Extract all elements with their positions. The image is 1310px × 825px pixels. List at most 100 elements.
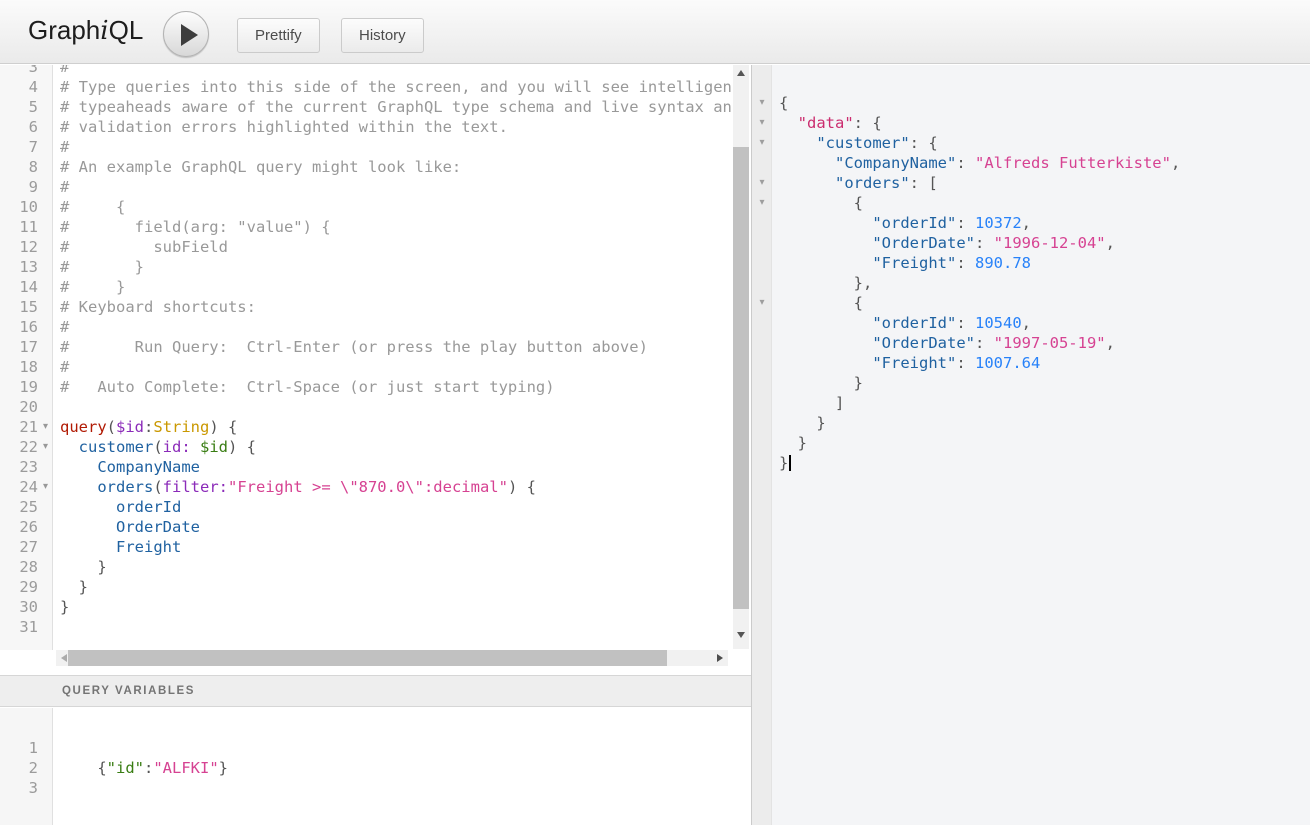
- line-number: 3: [28, 779, 38, 797]
- code-text: "orders": [: [835, 174, 938, 192]
- code-text: # Auto Complete: Ctrl-Space (or just sta…: [60, 378, 555, 396]
- line-number: 20: [19, 398, 38, 416]
- code-line[interactable]: 4 # Type queries into this side of the sc…: [0, 77, 732, 97]
- fold-gutter-spacer: [38, 97, 53, 117]
- code-line[interactable]: 8 # An example GraphQL query might look l…: [0, 157, 732, 177]
- code-text: # }: [60, 278, 126, 296]
- scroll-up-icon: [737, 70, 745, 76]
- code-text: CompanyName: [97, 458, 200, 476]
- code-line[interactable]: 6 # validation errors highlighted within …: [0, 117, 732, 137]
- vertical-scrollbar-thumb[interactable]: [733, 147, 749, 609]
- code-line[interactable]: 26 OrderDate: [0, 517, 732, 537]
- code-line[interactable]: 10 # {: [0, 197, 732, 217]
- fold-gutter-spacer: [38, 217, 53, 237]
- horizontal-scrollbar-thumb[interactable]: [68, 650, 667, 666]
- fold-gutter-spacer: [38, 557, 53, 577]
- code-line[interactable]: 28 }: [0, 557, 732, 577]
- prettify-button[interactable]: Prettify: [237, 18, 320, 53]
- fold-gutter-spacer: [38, 758, 53, 778]
- code-line[interactable]: 12 # subField: [0, 237, 732, 257]
- code-line[interactable]: 19 # Auto Complete: Ctrl-Space (or just s…: [0, 377, 732, 397]
- query-editor[interactable]: 3 #4 # Type queries into this side of the …: [0, 65, 732, 650]
- fold-gutter-spacer: [38, 137, 53, 157]
- fold-arrow-icon[interactable]: ▾: [752, 93, 772, 113]
- scroll-up-button[interactable]: [733, 65, 749, 81]
- code-line[interactable]: 17 # Run Query: Ctrl-Enter (or press the …: [0, 337, 732, 357]
- fold-arrow-icon[interactable]: ▾: [752, 173, 772, 193]
- result-pane: ▾{▾ "data": {▾ "customer": { "CompanyNam…: [751, 65, 1310, 825]
- fold-gutter-spacer: [38, 197, 53, 217]
- fold-gutter-spacer: [38, 377, 53, 397]
- code-line[interactable]: 20: [0, 397, 732, 417]
- code-line[interactable]: 13 # }: [0, 257, 732, 277]
- fold-gutter-spacer: [38, 778, 53, 798]
- vertical-scrollbar[interactable]: [733, 65, 749, 649]
- fold-arrow-icon[interactable]: ▾: [38, 477, 53, 497]
- code-line[interactable]: 3: [0, 778, 751, 798]
- code-text: # {: [60, 198, 126, 216]
- line-number: 6: [28, 118, 38, 136]
- query-variables-header[interactable]: QUERY VARIABLES: [0, 675, 751, 707]
- code-text: {: [779, 94, 789, 112]
- fold-arrow-icon[interactable]: ▾: [38, 417, 53, 437]
- code-text: # An example GraphQL query might look li…: [60, 158, 462, 176]
- variables-editor[interactable]: 12 {"id":"ALFKI"} 3: [0, 708, 751, 825]
- line-number: 12: [19, 238, 38, 256]
- execute-query-button[interactable]: [163, 11, 209, 57]
- scroll-right-button[interactable]: [712, 650, 728, 666]
- line-number: 17: [19, 338, 38, 356]
- code-line[interactable]: 18 #: [0, 357, 732, 377]
- code-line[interactable]: 22 ▾ customer(id: $id) {: [0, 437, 732, 457]
- code-line[interactable]: 31: [0, 617, 732, 637]
- code-line[interactable]: 23 CompanyName: [0, 457, 732, 477]
- code-line: "Freight": 890.78: [752, 253, 1310, 273]
- line-number: 3: [28, 65, 38, 76]
- fold-arrow-icon[interactable]: ▾: [752, 133, 772, 153]
- history-button[interactable]: History: [341, 18, 424, 53]
- code-line[interactable]: 5 # typeaheads aware of the current Graph…: [0, 97, 732, 117]
- fold-gutter-spacer: [38, 297, 53, 317]
- code-line[interactable]: 30}: [0, 597, 732, 617]
- fold-gutter-spacer: [38, 117, 53, 137]
- code-line[interactable]: 1: [0, 738, 751, 758]
- fold-gutter-spacer: [752, 433, 772, 453]
- horizontal-scrollbar[interactable]: [56, 650, 728, 666]
- fold-arrow-icon[interactable]: ▾: [752, 113, 772, 133]
- line-number: 26: [19, 518, 38, 536]
- code-line[interactable]: 7 #: [0, 137, 732, 157]
- fold-gutter-spacer: [752, 213, 772, 233]
- code-line[interactable]: 24 ▾ orders(filter:"Freight >= \"870.0\":…: [0, 477, 732, 497]
- code-line: "orderId": 10372,: [752, 213, 1310, 233]
- fold-arrow-icon[interactable]: ▾: [752, 293, 772, 313]
- code-line: }: [752, 453, 1310, 473]
- code-line[interactable]: 3 #: [0, 65, 732, 77]
- code-line[interactable]: 2 {"id":"ALFKI"}: [0, 758, 751, 778]
- code-text: "Freight": 890.78: [872, 254, 1031, 272]
- code-line[interactable]: 21 ▾ query($id:String) {: [0, 417, 732, 437]
- code-line[interactable]: 9 #: [0, 177, 732, 197]
- code-text: customer(id: $id) {: [78, 438, 257, 456]
- code-line[interactable]: 16 #: [0, 317, 732, 337]
- code-text: "OrderDate": "1997-05-19",: [872, 334, 1115, 352]
- code-text: "data": {: [797, 114, 882, 132]
- scroll-down-button[interactable]: [733, 627, 749, 643]
- fold-gutter-spacer: [752, 453, 772, 473]
- code-line[interactable]: 14 # }: [0, 277, 732, 297]
- fold-arrow-icon[interactable]: ▾: [752, 193, 772, 213]
- line-number: 24: [19, 478, 38, 496]
- code-text: "orderId": 10372,: [872, 214, 1032, 232]
- code-line[interactable]: 29 }: [0, 577, 732, 597]
- fold-gutter-spacer: [38, 517, 53, 537]
- graphiql-app: GraphiQL Prettify History 3 #4 # Type quer…: [0, 0, 1310, 825]
- fold-gutter-spacer: [38, 457, 53, 477]
- fold-gutter-spacer: [38, 397, 53, 417]
- code-line[interactable]: 27 Freight: [0, 537, 732, 557]
- code-text: query($id:String) {: [60, 418, 238, 436]
- code-line[interactable]: 11 # field(arg: "value") {: [0, 217, 732, 237]
- code-line[interactable]: 15 # Keyboard shortcuts:: [0, 297, 732, 317]
- code-text: orders(filter:"Freight >= \"870.0\":deci…: [97, 478, 536, 496]
- code-line[interactable]: 25 orderId: [0, 497, 732, 517]
- fold-gutter-spacer: [38, 65, 53, 77]
- line-number: 23: [19, 458, 38, 476]
- fold-arrow-icon[interactable]: ▾: [38, 437, 53, 457]
